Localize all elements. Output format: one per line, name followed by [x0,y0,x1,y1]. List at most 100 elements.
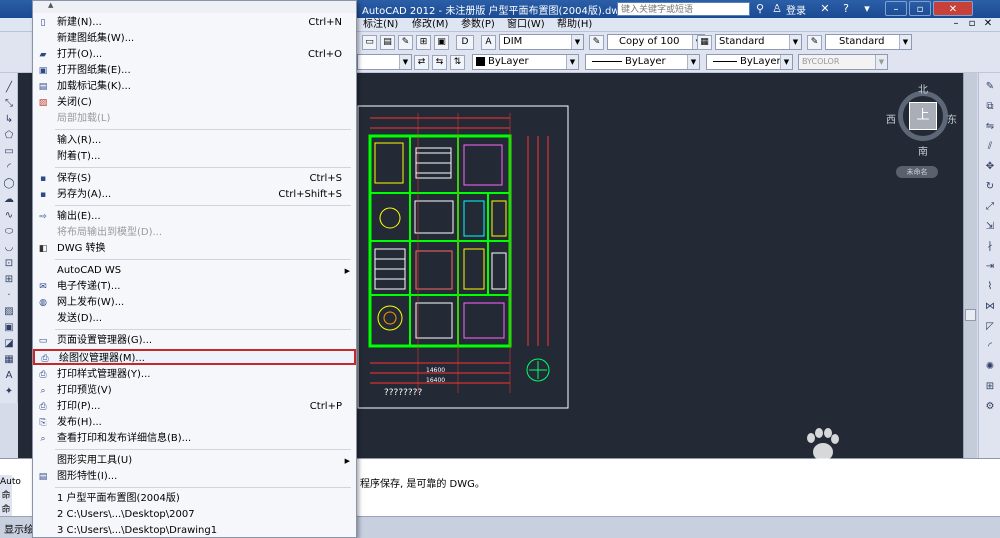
menu-item-save-as[interactable]: ▪ 另存为(A)... Ctrl+Shift+S [33,187,356,203]
menu-dimension[interactable]: 标注(N) [363,18,398,32]
menu-item-plot[interactable]: ⎙ 打印(P)... Ctrl+P [33,399,356,415]
compass-west[interactable]: 西 [886,111,896,126]
scrollbar-thumb[interactable] [965,309,976,321]
menu-scroll-up[interactable]: ▲ [33,1,356,13]
ucs-menu-button[interactable]: 未命名 [896,166,938,178]
menu-item-attach[interactable]: 附着(T)... [33,149,356,165]
table-style-icon[interactable]: ▦ [697,35,712,50]
rotate-icon[interactable]: ↻ [982,179,998,195]
offset-icon[interactable]: ⫽ [982,139,998,155]
color-select[interactable]: ByLayer ▼ [472,54,579,70]
user-icon[interactable]: ♙ [770,2,784,16]
menu-item-save[interactable]: ▪ 保存(S) Ctrl+S [33,171,356,187]
copy-icon[interactable]: ⧉ [982,99,998,115]
dwg-icon[interactable]: D [456,35,474,50]
compass-east[interactable]: 东 [947,111,957,126]
table-icon[interactable]: ▦ [2,353,16,367]
exchange-icon[interactable]: ✕ [818,2,832,16]
gradient-icon[interactable]: ▣ [2,321,16,335]
polygon-icon[interactable]: ⬠ [2,129,16,143]
explode-icon[interactable]: ✺ [982,359,998,375]
binoculars-icon[interactable]: ⚲ [753,2,767,16]
menu-modify[interactable]: 修改(M) [412,18,448,32]
add-selected-icon[interactable]: ✦ [2,385,16,399]
ellipse-arc-icon[interactable]: ◡ [2,241,16,255]
scale-icon[interactable]: ⤢ [982,199,998,215]
menu-item-etransmit[interactable]: ✉ 电子传递(T)... [33,279,356,295]
linetype-select[interactable]: ByLayer ▼ [585,54,700,70]
menu-item-new-sheetset[interactable]: 新建图纸集(W)... [33,31,356,47]
help-icon[interactable]: ? [839,2,853,16]
revision-cloud-icon[interactable]: ☁ [2,193,16,207]
chamfer-icon[interactable]: ◸ [982,319,998,335]
trim-icon[interactable]: ∤ [982,239,998,255]
multileader-style-icon[interactable]: ✎ [807,35,822,50]
dim-ordinate-icon[interactable]: ⊞ [416,35,431,50]
menu-window[interactable]: 窗口(W) [507,18,545,32]
menu-item-plot-preview[interactable]: ⌕ 打印预览(V) [33,383,356,399]
join-icon[interactable]: ⋈ [982,299,998,315]
ellipse-icon[interactable]: ⬭ [2,225,16,239]
recent-file-2[interactable]: 2 C:\Users\...\Desktop\2007 [33,507,356,523]
menu-item-drawing-properties[interactable]: ▤ 图形特性(I)... [33,469,356,485]
text-style-select[interactable]: Standard ▼ [715,34,802,50]
lineweight-select[interactable]: ByLayer ▼ [706,54,793,70]
menu-item-dwg-convert[interactable]: ◧ DWG 转换 [33,241,356,257]
insert-block-icon[interactable]: ⊡ [2,257,16,271]
menu-item-load-markup[interactable]: ▤ 加载标记集(K)... [33,79,356,95]
layer-select[interactable]: ▼ [357,54,412,70]
mtext-icon[interactable]: A [2,369,16,383]
menu-item-autocad-ws[interactable]: AutoCAD WS ▶ [33,263,356,279]
vertical-scrollbar[interactable] [963,73,977,458]
dim-linear-icon[interactable]: ▭ [362,35,377,50]
circle-icon[interactable]: ◯ [2,177,16,191]
help-dropdown-icon[interactable]: ▾ [860,2,874,16]
dim-aligned-icon[interactable]: ▤ [380,35,395,50]
viewcube[interactable]: 上 北 南 东 西 未命名 [886,81,958,181]
spline-icon[interactable]: ∿ [2,209,16,223]
arc-icon[interactable]: ◜ [2,161,16,175]
line-icon[interactable]: ╱ [2,81,16,95]
viewcube-top-face[interactable]: 上 [909,102,937,130]
menu-item-plotter-manager[interactable]: ⎙ 绘图仪管理器(M)... [33,349,356,365]
menu-item-plot-details[interactable]: ⌕ 查看打印和发布详细信息(B)... [33,431,356,447]
minimize-button[interactable]: – [885,1,907,16]
hatch-icon[interactable]: ▨ [2,305,16,319]
dim-style-icon[interactable]: A [481,35,496,50]
menu-item-open-sheetset[interactable]: ▣ 打开图纸集(E)... [33,63,356,79]
menu-item-send[interactable]: 发送(D)... [33,311,356,327]
menu-item-publish-web[interactable]: ◍ 网上发布(W)... [33,295,356,311]
compass-north[interactable]: 北 [918,81,928,96]
region-icon[interactable]: ◪ [2,337,16,351]
point-icon[interactable]: · [2,289,16,303]
menu-item-export[interactable]: ⇨ 输出(E)... [33,209,356,225]
recent-file-3[interactable]: 3 C:\Users\...\Desktop\Drawing1 [33,523,356,538]
menu-item-new[interactable]: ▯ 新建(N)... Ctrl+N [33,15,356,31]
erase-icon[interactable]: ✎ [982,79,998,95]
menu-item-import[interactable]: 输入(R)... [33,133,356,149]
properties-icon[interactable]: ⚙ [982,399,998,415]
layer-match-icon[interactable]: ⇄ [414,55,429,70]
menu-item-publish[interactable]: ⎘ 发布(H)... [33,415,356,431]
text-style-icon[interactable]: ✎ [589,35,604,50]
menu-help[interactable]: 帮助(H) [557,18,592,32]
mdi-restore-icon[interactable]: ▫ [966,18,978,30]
rectangle-icon[interactable]: ▭ [2,145,16,159]
menu-item-open[interactable]: ▰ 打开(O)... Ctrl+O [33,47,356,63]
layer-states-icon[interactable]: ⇅ [450,55,465,70]
dim-radius-icon[interactable]: ▣ [434,35,449,50]
login-link[interactable]: 登录 [786,2,806,17]
stretch-icon[interactable]: ⇲ [982,219,998,235]
annotation-scale-select[interactable]: Copy of 100 ▼ [607,34,705,50]
menu-item-close[interactable]: ▨ 关闭(C) [33,95,356,111]
compass-south[interactable]: 南 [918,143,928,158]
layer-previous-icon[interactable]: ⇆ [432,55,447,70]
menu-item-plot-style-manager[interactable]: ⎙ 打印样式管理器(Y)... [33,367,356,383]
break-icon[interactable]: ⌇ [982,279,998,295]
extend-icon[interactable]: ⇥ [982,259,998,275]
mirror-icon[interactable]: ⇋ [982,119,998,135]
table-style-select[interactable]: Standard ▼ [825,34,912,50]
menu-item-page-setup[interactable]: ▭ 页面设置管理器(G)... [33,333,356,349]
menu-parametric[interactable]: 参数(P) [461,18,495,32]
fillet-icon[interactable]: ◜ [982,339,998,355]
